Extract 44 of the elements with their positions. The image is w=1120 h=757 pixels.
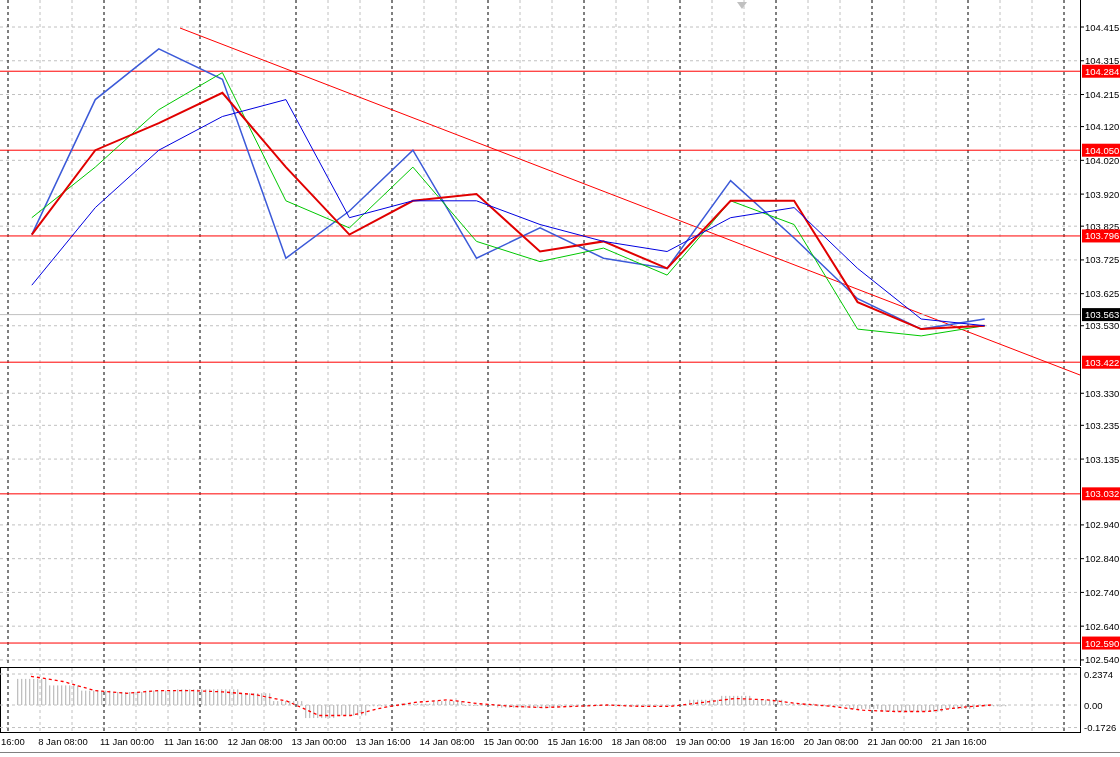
time-label: 21 Jan 00:00	[867, 736, 923, 747]
axis-label: 104.415	[1085, 21, 1120, 33]
axis-label: 103.530	[1085, 320, 1120, 332]
time-label: 13 Jan 00:00	[291, 736, 347, 747]
time-label: 11 Jan 00:00	[99, 736, 155, 747]
axis-label: 102.840	[1085, 553, 1120, 565]
time-label: 19 Jan 16:00	[739, 736, 795, 747]
time-label: 13 Jan 16:00	[355, 736, 411, 747]
time-label: 15 Jan 00:00	[483, 736, 539, 747]
axis-label: 103.135	[1085, 453, 1120, 465]
axis-label: 102.940	[1085, 519, 1120, 531]
time-label: 14 Jan 08:00	[419, 736, 475, 747]
time-label: 12 Jan 08:00	[227, 736, 283, 747]
axis-label: 102.740	[1085, 586, 1120, 598]
price-tag: 103.032	[1082, 487, 1120, 501]
axis-label: 103.825	[1085, 220, 1120, 232]
axis-label: 104.020	[1085, 154, 1120, 166]
time-label: 20 Jan 08:00	[803, 736, 859, 747]
axis-label: 103.725	[1085, 254, 1120, 266]
price-tag: 103.796	[1082, 229, 1120, 243]
time-label: 8 Jan 08:00	[38, 736, 88, 747]
time-label: 21 Jan 16:00	[931, 736, 987, 747]
price-tag: 103.422	[1082, 355, 1120, 369]
axis-label: 103.330	[1085, 387, 1120, 399]
axis-label: 103.235	[1085, 419, 1120, 431]
time-label: 19 Jan 00:00	[675, 736, 731, 747]
price-tag: 102.590	[1082, 636, 1120, 650]
axis-label: -0.1726	[1084, 722, 1117, 734]
price-tag: 103.563	[1082, 308, 1120, 322]
axis-label: 0.2374	[1084, 668, 1114, 680]
price-tag: 104.050	[1082, 143, 1120, 157]
axis-label: 103.920	[1085, 188, 1120, 200]
axis-label: 102.540	[1085, 654, 1120, 666]
axis-label: 0.00	[1084, 699, 1103, 711]
axis-label: 103.625	[1085, 288, 1120, 300]
time-label: 11 Jan 16:00	[163, 736, 219, 747]
time-label: 16:00	[1, 736, 25, 747]
time-label: 18 Jan 08:00	[611, 736, 667, 747]
axis-label: 104.315	[1085, 55, 1120, 67]
axis-label: 104.120	[1085, 121, 1120, 133]
axis-label: 102.640	[1085, 620, 1120, 632]
price-tag: 104.284	[1082, 64, 1120, 78]
axis-label: 104.215	[1085, 89, 1120, 100]
time-label: 15 Jan 16:00	[547, 736, 603, 747]
